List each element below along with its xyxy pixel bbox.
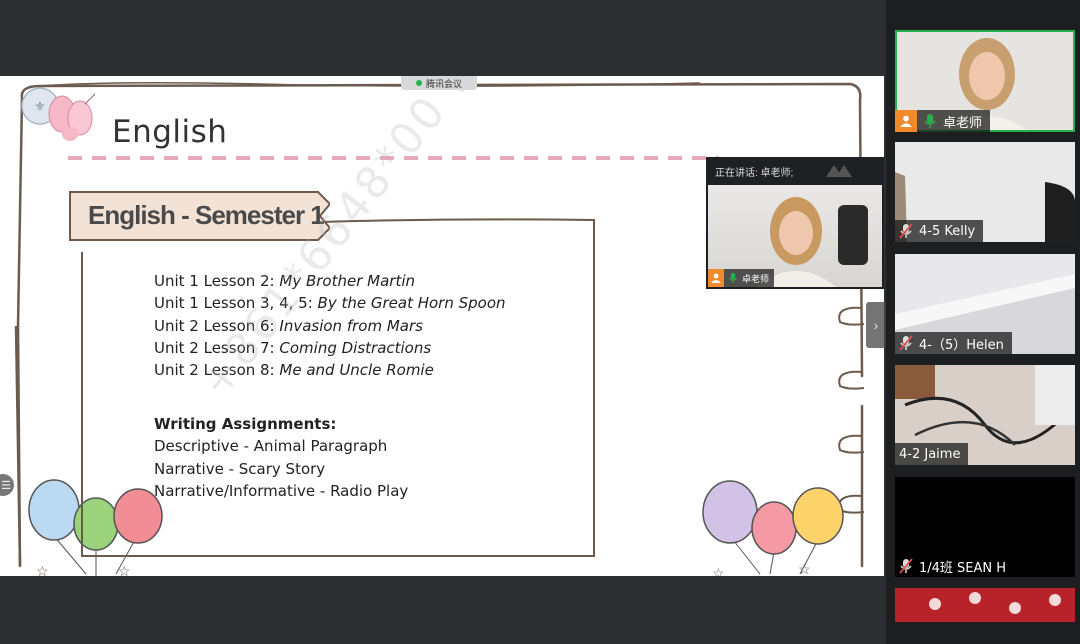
butterfly-decoration [48, 93, 96, 141]
screen-share-tag[interactable]: 腾讯会议 [401, 76, 477, 90]
participant-label: 4-5 Kelly [895, 220, 984, 242]
mic-on-icon [924, 114, 936, 128]
participant-gallery: 卓老师 4-5 Kelly 4-（5）Helen 4-2 Jaime 1/4班 … [886, 0, 1080, 644]
participant-name: 4-（5）Helen [919, 337, 1004, 353]
participant-tile[interactable]: 4-5 Kelly [895, 142, 1075, 242]
user-avatar-icon [708, 269, 724, 287]
semester-heading: English - Semester 1 [88, 200, 325, 230]
participant-name: 卓老师 [943, 115, 983, 131]
svg-text:☆: ☆ [118, 563, 131, 576]
participant-name: 4-2 Jaime [899, 446, 961, 462]
mic-on-icon [729, 273, 737, 283]
chevron-right-icon[interactable]: › [866, 302, 886, 348]
share-status-icon [415, 80, 422, 86]
speaker-header: 正在讲话: 卓老师; [715, 168, 794, 179]
svg-text:☆: ☆ [798, 561, 811, 576]
lesson-item: Unit 1 Lesson 3, 4, 5: By the Great Horn… [154, 294, 506, 313]
writing-item: Descriptive - Animal Paragraph [154, 437, 388, 456]
mic-muted-icon [899, 335, 913, 351]
participant-tile[interactable]: 1/4班 SEAN H [895, 477, 1075, 577]
participant-label: 4-2 Jaime [895, 443, 969, 465]
participant-tile[interactable]: 卓老师 [895, 30, 1075, 132]
svg-text:⚜: ⚜ [34, 100, 46, 115]
slide-title: English [112, 114, 228, 150]
participant-name: 1/4班 SEAN H [919, 560, 1007, 576]
mic-muted-icon [899, 558, 913, 574]
speaker-video: 卓老师 [708, 185, 882, 287]
participant-name: 4-5 Kelly [919, 223, 976, 239]
active-speaker-window[interactable]: 正在讲话: 卓老师; 卓老师 [706, 157, 884, 289]
participant-label: 1/4班 SEAN H [895, 555, 1014, 577]
writing-heading: Writing Assignments: [154, 415, 337, 433]
participant-tile[interactable]: 4-（5）Helen [895, 254, 1075, 354]
speaker-view-icon[interactable] [824, 163, 854, 179]
lesson-item: Unit 2 Lesson 6: Invasion from Mars [154, 316, 423, 335]
writing-assignments: Writing Assignments: Descriptive - Anima… [154, 413, 408, 502]
writing-item: Narrative - Scary Story [154, 459, 326, 478]
presentation-slide: ⚜ ☆ ☆ ☆ ☆ English English - Semester 1 U… [0, 76, 884, 576]
participant-tile[interactable]: 4-2 Jaime [895, 365, 1075, 465]
participant-label: 4-（5）Helen [895, 332, 1012, 354]
participant-label: 卓老师 [895, 110, 991, 132]
share-tag-label: 腾讯会议 [425, 78, 462, 89]
speaker-name: 卓老师 [742, 273, 770, 284]
balloons-right-decoration: ☆ [702, 480, 844, 576]
mic-muted-icon [899, 223, 913, 239]
writing-item: Narrative/Informative - Radio Play [154, 481, 409, 500]
participant-video [895, 588, 1075, 622]
participant-tile[interactable] [895, 588, 1075, 622]
shared-screen-area: ⚜ ☆ ☆ ☆ ☆ English English - Semester 1 U… [0, 0, 886, 644]
user-avatar-icon [895, 110, 917, 132]
